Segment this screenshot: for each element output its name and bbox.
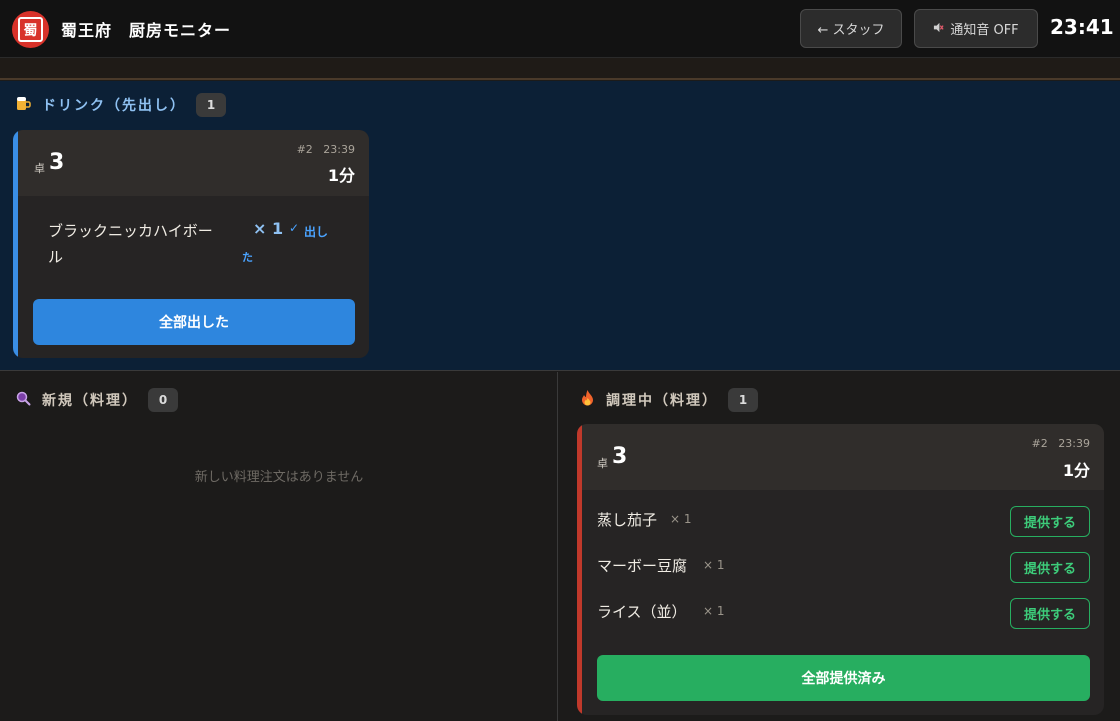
new-food-count-badge: 0 [148, 388, 178, 412]
cooking-item-name: 蒸し茄子 [597, 511, 658, 529]
search-icon [14, 391, 32, 410]
drink-order-card: 卓 3 #2 23:39 1分 ブラックニッカハイボー ル × 1 ✓ 出し た… [13, 130, 369, 358]
drink-section-title: ドリンク（先出し） [42, 98, 186, 114]
all-served-label: 全部提供済み [801, 671, 886, 687]
sound-button-label: 通知音 OFF [950, 23, 1019, 38]
order-meta: #2 23:39 [297, 143, 355, 156]
drink-item-name: ブラックニッカハイボー ル [48, 218, 213, 270]
new-food-header: 新規（料理） 0 [14, 388, 178, 412]
serve-button[interactable]: 提供する [1010, 506, 1090, 537]
drink-served-mark[interactable]: ✓ [289, 221, 299, 235]
cooking-header: 調理中（料理） 1 [578, 388, 758, 412]
table-prefix: 卓 [34, 162, 45, 175]
cooking-item-name: マーボー豆腐 [597, 557, 688, 575]
elapsed-time: 1分 [1062, 461, 1090, 480]
drink-item-name-line2: ル [48, 248, 64, 266]
notification-sound-toggle[interactable]: 通知音 OFF [914, 9, 1038, 48]
order-meta: #2 23:39 [1032, 437, 1090, 450]
serve-button[interactable]: 提供する [1010, 552, 1090, 583]
drink-count-badge: 1 [196, 93, 226, 117]
order-number: #2 [1031, 437, 1048, 450]
shop-logo: 蜀 [12, 11, 49, 48]
cooking-item-name: ライス（並） [597, 603, 687, 621]
drink-served-line2[interactable]: た [242, 249, 253, 265]
order-time: 23:39 [323, 143, 355, 156]
drink-all-served-label: 全部出した [159, 315, 229, 331]
cooking-title: 調理中（料理） [606, 393, 718, 409]
serve-button-label: 提供する [1023, 608, 1076, 623]
cooking-count-badge: 1 [728, 388, 758, 412]
clock: 23:41 [1050, 15, 1114, 39]
cooking-item-qty: × 1 [670, 512, 692, 526]
table-prefix: 卓 [597, 457, 608, 470]
table-number: 3 [49, 150, 65, 175]
serve-button-label: 提供する [1023, 562, 1076, 577]
fire-icon [578, 390, 596, 410]
serve-button-label: 提供する [1023, 516, 1076, 531]
new-food-empty-message: 新しい料理注文はありません [194, 470, 364, 485]
app-title: 蜀王府 厨房モニター [61, 21, 232, 40]
drink-item-qty: × 1 [253, 219, 284, 238]
cooking-card-header [577, 424, 1104, 490]
new-food-panel: 新規（料理） 0 新しい料理注文はありません [0, 372, 558, 721]
table-number: 3 [612, 444, 628, 469]
serve-button[interactable]: 提供する [1010, 598, 1090, 629]
speaker-muted-icon [933, 22, 944, 36]
cooking-card-accent [577, 424, 582, 715]
drink-item-name-line1: ブラックニッカハイボー [48, 222, 213, 240]
drink-served-line1[interactable]: 出し [304, 223, 328, 240]
order-time: 23:39 [1058, 437, 1090, 450]
app-header: 蜀 蜀王府 厨房モニター ← スタッフ 通知音 OFF 23:41 [0, 0, 1120, 58]
beer-icon [14, 95, 32, 115]
logo-mark: 蜀 [18, 17, 43, 42]
elapsed-time: 1分 [327, 166, 355, 185]
drink-section: ドリンク（先出し） 1 卓 3 #2 23:39 1分 ブラックニッカハイボー … [0, 81, 1120, 371]
cooking-item-qty: × 1 [703, 558, 725, 572]
staff-button-label: ← スタッフ [817, 23, 885, 38]
drink-section-header: ドリンク（先出し） 1 [14, 93, 226, 117]
cooking-order-card: 卓 3 #2 23:39 1分 蒸し茄子 × 1 提供する マーボー豆腐 × 1… [577, 424, 1104, 715]
cooking-item-qty: × 1 [703, 604, 725, 618]
drink-card-header [13, 130, 369, 196]
staff-button[interactable]: ← スタッフ [800, 9, 902, 48]
all-served-button[interactable]: 全部提供済み [597, 655, 1090, 701]
drink-card-accent [13, 130, 18, 358]
drink-all-served-button[interactable]: 全部出した [33, 299, 355, 345]
new-food-title: 新規（料理） [42, 393, 138, 409]
order-number: #2 [296, 143, 313, 156]
cooking-panel: 調理中（料理） 1 卓 3 #2 23:39 1分 蒸し茄子 × 1 提供する … [559, 372, 1120, 721]
header-divider-strip [0, 58, 1120, 80]
